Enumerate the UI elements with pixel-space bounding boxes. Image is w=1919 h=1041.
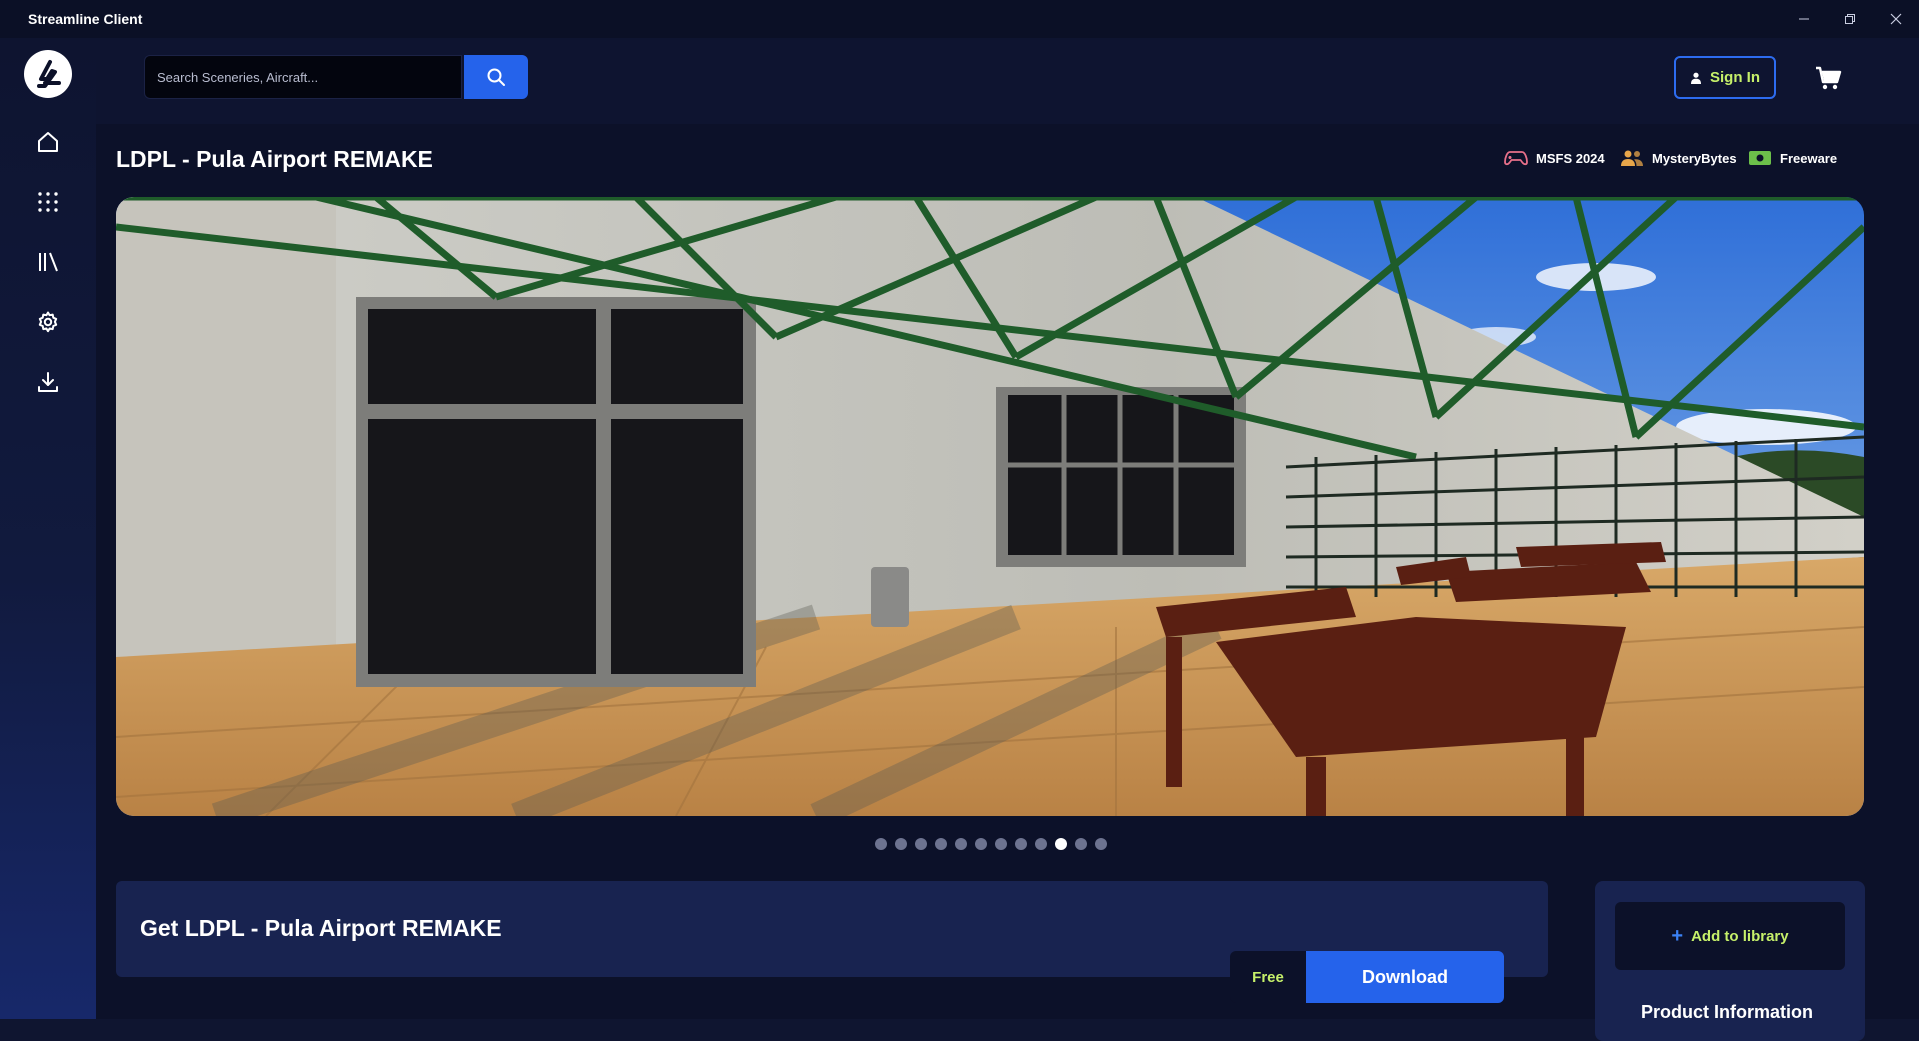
license-badge: Freeware (1748, 149, 1837, 167)
add-to-library-label: Add to library (1691, 927, 1789, 945)
gallery-dot[interactable] (1075, 838, 1087, 850)
gamepad-icon (1504, 151, 1528, 166)
add-to-library-button[interactable]: + Add to library (1615, 902, 1845, 970)
developer-label: MysteryBytes (1652, 150, 1737, 166)
close-button[interactable] (1873, 0, 1919, 38)
gallery-dot[interactable] (1055, 838, 1067, 850)
gallery-dot[interactable] (995, 838, 1007, 850)
settings-icon (38, 311, 58, 333)
nav-browse[interactable] (34, 188, 62, 216)
streamline-logo-icon (37, 60, 61, 88)
main-content: Sign In LDPL - Pula Airport REMAKE MSFS … (96, 38, 1919, 1041)
download-icon (38, 372, 58, 392)
sidebar (0, 38, 96, 1019)
developer-badge: MysteryBytes (1620, 149, 1737, 167)
window-title: Streamline Client (28, 11, 143, 27)
plus-icon: + (1671, 925, 1684, 947)
users-icon (1621, 150, 1643, 166)
platform-label: MSFS 2024 (1536, 150, 1605, 166)
gallery-dot[interactable] (875, 838, 887, 850)
platform-badge: MSFS 2024 (1504, 149, 1605, 167)
gallery-dot[interactable] (915, 838, 927, 850)
nav-downloads[interactable] (34, 368, 62, 396)
nav-home[interactable] (34, 128, 62, 156)
sign-in-label: Sign In (1710, 69, 1760, 86)
product-side-panel: + Add to library Product Information (1595, 881, 1865, 1041)
gallery-dot[interactable] (1015, 838, 1027, 850)
search-button[interactable] (464, 55, 528, 99)
home-icon (38, 132, 58, 152)
window-controls (1781, 0, 1919, 38)
cart-icon (1816, 66, 1842, 90)
download-button[interactable]: Download (1306, 951, 1504, 1003)
gallery-pagination (875, 838, 1107, 850)
minimize-icon (1799, 18, 1809, 20)
window-titlebar: Streamline Client (0, 0, 1919, 38)
page-title: LDPL - Pula Airport REMAKE (116, 146, 433, 172)
library-icon (39, 252, 58, 272)
app-logo[interactable] (24, 50, 72, 98)
minimize-button[interactable] (1781, 0, 1827, 38)
nav-settings[interactable] (34, 308, 62, 336)
money-icon (1749, 151, 1771, 165)
close-icon (1890, 13, 1902, 25)
nav-library[interactable] (34, 248, 62, 276)
sign-in-button[interactable]: Sign In (1674, 56, 1776, 99)
search-input[interactable] (144, 55, 462, 99)
gallery-dot[interactable] (935, 838, 947, 850)
cart-button[interactable] (1814, 64, 1842, 92)
search-icon (487, 68, 505, 86)
top-bar: Sign In (96, 38, 1919, 124)
get-product-title: Get LDPL - Pula Airport REMAKE (140, 915, 502, 941)
price-label: Free (1230, 951, 1306, 1003)
restore-icon (1845, 14, 1855, 24)
user-icon (1691, 72, 1701, 84)
gallery-dot[interactable] (1035, 838, 1047, 850)
terrace-scene-image (116, 197, 1864, 816)
license-label: Freeware (1780, 150, 1838, 166)
restore-button[interactable] (1827, 0, 1873, 38)
gallery-dot[interactable] (1095, 838, 1107, 850)
gallery-dot[interactable] (955, 838, 967, 850)
gallery-dot[interactable] (895, 838, 907, 850)
hero-screenshot[interactable] (116, 197, 1864, 816)
product-info-heading: Product Information (1641, 1002, 1813, 1022)
gallery-dot[interactable] (975, 838, 987, 850)
grid-icon (38, 192, 58, 212)
